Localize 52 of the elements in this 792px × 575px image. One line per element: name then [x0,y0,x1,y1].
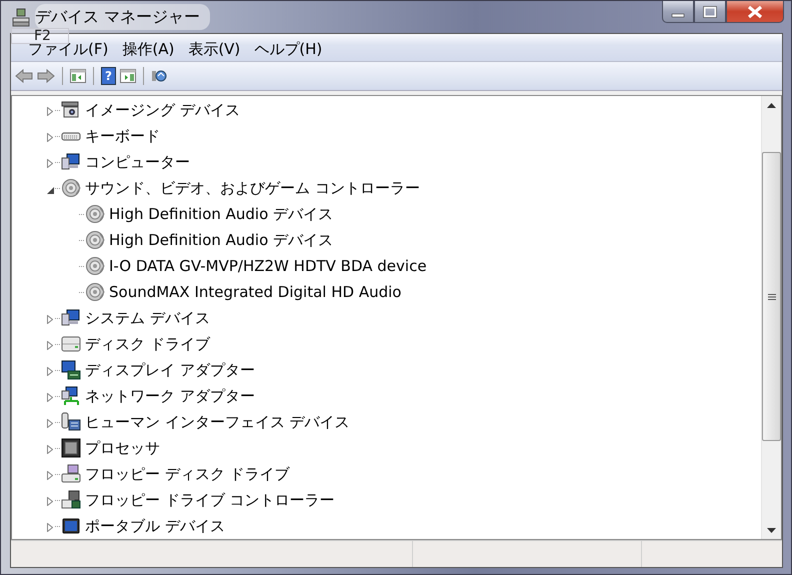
tree-item[interactable]: フロッピー ディスク ドライブ [85,464,290,484]
tree-item[interactable]: キーボード [85,126,160,146]
tree-item[interactable]: プロセッサ [85,438,160,458]
floppy-drive-icon [61,490,81,510]
speaker-icon [85,204,105,224]
menu-item[interactable]: 表示(V) [181,41,248,58]
computer-icon [61,152,81,172]
monitor-icon [61,360,81,380]
help-button[interactable]: ? [101,67,116,85]
speaker-icon [85,230,105,250]
forward-arrow-icon[interactable] [37,69,55,83]
close-icon [746,4,764,18]
menu-item[interactable]: ヘルプ(H) [247,41,330,58]
network-icon [61,386,81,406]
tablet-icon [61,516,81,536]
maximize-icon [703,6,717,18]
tree-item[interactable]: ディスプレイ アダプター [85,360,255,380]
computer-icon [61,308,81,328]
tree-item[interactable]: ヒューマン インターフェイス デバイス [85,412,350,432]
tree-item[interactable]: ディスク ドライブ [85,334,210,354]
speaker-icon [61,178,81,198]
tree-item[interactable]: イメージング デバイス [85,100,240,120]
maximize-button[interactable] [694,1,726,23]
scrollbar-thumb[interactable] [762,152,781,441]
minimize-icon [671,13,685,18]
panel-icon[interactable] [70,69,86,83]
speaker-icon [85,256,105,276]
tree-item[interactable]: ネットワーク アダプター [85,386,255,406]
menu-item[interactable]: ファイル(F) [21,41,116,58]
floppy-drive-icon [61,464,81,484]
tree-item[interactable]: コンピューター [85,152,190,172]
tree-item[interactable]: SoundMAX Integrated Digital HD Audio [109,283,402,301]
tree-item[interactable]: High Definition Audio デバイス [109,230,334,250]
tooltip: F2 [11,28,69,44]
scrollbar[interactable] [761,96,781,539]
tree-item[interactable]: ポータブル デバイス [85,516,225,536]
camera-icon [61,100,81,120]
tree-item[interactable]: サウンド、ビデオ、およびゲーム コントローラー [85,178,420,198]
panel-icon[interactable] [120,69,136,83]
tree-item[interactable]: I-O DATA GV-MVP/HZ2W HDTV BDA device [109,257,427,275]
back-arrow-icon[interactable] [15,69,33,83]
tree-item[interactable]: フロッピー ドライブ コントローラー [85,490,335,510]
tree-item[interactable]: High Definition Audio デバイス [109,204,334,224]
computer-icon [11,8,31,28]
minimize-button[interactable] [662,1,694,23]
drive-icon [61,334,81,354]
window-title: デバイス マネージャー [35,4,210,30]
speaker-icon [85,282,105,302]
tree-item[interactable]: システム デバイス [85,308,210,328]
device-icon [61,412,81,432]
menu-item[interactable]: 操作(A) [115,41,182,58]
close-button[interactable] [726,1,784,23]
